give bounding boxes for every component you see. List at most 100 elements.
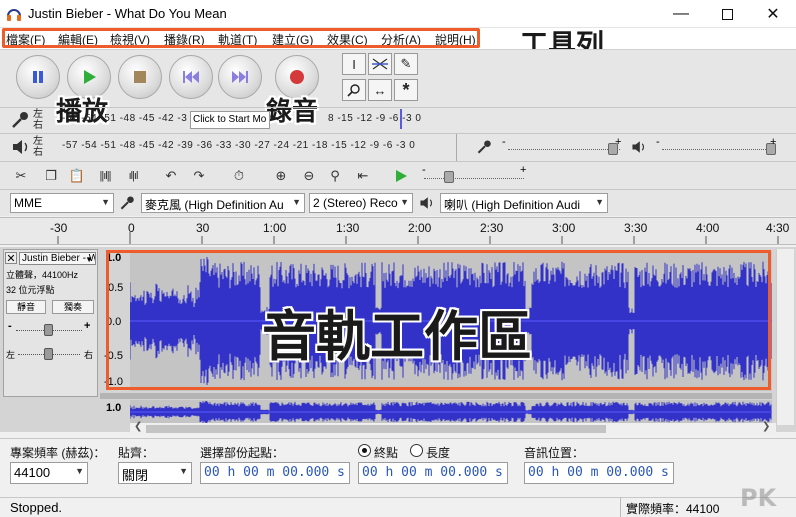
record-icon bbox=[290, 70, 304, 84]
annotation-record: 錄音 bbox=[266, 97, 319, 127]
paste-icon: 📋 bbox=[68, 168, 86, 183]
snap-select[interactable]: 關閉 ▼ bbox=[118, 462, 192, 484]
playback-slider-plus: + bbox=[770, 136, 777, 148]
play-at-speed-icon bbox=[396, 170, 407, 182]
divider bbox=[0, 133, 796, 134]
recording-device-select[interactable]: 麥克風 (High Definition Au ▼ bbox=[141, 193, 305, 213]
selection-end-value: 00 h 00 m 00.000 s bbox=[362, 465, 503, 480]
record-slider-plus: + bbox=[615, 136, 622, 148]
audio-position-time[interactable]: 00 h 00 m 00.000 s bbox=[524, 462, 674, 484]
redo-button[interactable]: ↷ bbox=[186, 165, 212, 187]
copy-button[interactable]: ❐ bbox=[38, 165, 64, 187]
selection-tool[interactable]: I bbox=[342, 53, 366, 75]
zoom-out-button[interactable]: ⊖ bbox=[296, 165, 322, 187]
play-speed-slider[interactable] bbox=[424, 178, 524, 179]
envelope-tool[interactable] bbox=[368, 53, 392, 75]
divider bbox=[0, 107, 796, 108]
playback-device-select[interactable]: 喇叭 (High Definition Audi ▼ bbox=[440, 193, 608, 213]
skip-start-button[interactable] bbox=[169, 55, 213, 99]
solo-button[interactable]: 獨奏 bbox=[52, 300, 94, 314]
snap-value: 關閉 bbox=[122, 468, 149, 483]
record-meter[interactable]: Click to Start Mo bbox=[190, 111, 270, 129]
track-close-button[interactable]: ✕ bbox=[5, 252, 17, 265]
microphone-icon bbox=[120, 196, 134, 210]
draw-tool[interactable]: ✎ bbox=[394, 53, 418, 75]
selection-end-time[interactable]: 00 h 00 m 00.000 s bbox=[358, 462, 508, 484]
playback-volume-slider[interactable] bbox=[662, 149, 774, 150]
track-gain-thumb[interactable] bbox=[44, 324, 53, 336]
paste-button[interactable]: 📋 bbox=[64, 165, 90, 187]
zoom-out-icon: ⊖ bbox=[303, 168, 315, 183]
play-speed-thumb[interactable] bbox=[444, 171, 454, 183]
stop-icon bbox=[134, 71, 146, 83]
time-shift-tool[interactable]: ↔ bbox=[368, 79, 392, 101]
project-rate-select[interactable]: 44100 ▼ bbox=[10, 462, 88, 484]
meter-right-label: 右 bbox=[33, 147, 43, 158]
minimize-icon: — bbox=[673, 5, 689, 22]
waveform-channel-right[interactable] bbox=[130, 400, 772, 424]
end-radio[interactable] bbox=[358, 444, 371, 457]
zoom-in-icon: ⊕ bbox=[275, 168, 287, 183]
divider bbox=[620, 497, 621, 517]
scroll-right-icon[interactable]: ❯ bbox=[762, 421, 770, 432]
track-info-format: 立體聲，44100Hz bbox=[6, 270, 79, 280]
record-volume-slider[interactable] bbox=[508, 149, 620, 150]
chevron-down-icon: ▼ bbox=[101, 197, 110, 207]
silence-audio-icon: ıl|ıl bbox=[128, 170, 139, 182]
snap-label: 貼齊： bbox=[118, 446, 155, 460]
maximize-icon bbox=[721, 8, 733, 20]
audio-host-select[interactable]: MME ▼ bbox=[10, 193, 114, 213]
selection-start-time[interactable]: 00 h 00 m 00.000 s bbox=[200, 462, 350, 484]
zoom-in-button[interactable]: ⊕ bbox=[268, 165, 294, 187]
record-meter-marker bbox=[400, 109, 402, 129]
cut-button[interactable]: ✂ bbox=[8, 165, 34, 187]
trim-button[interactable]: ||ıl|| bbox=[92, 165, 118, 187]
chevron-down-icon: ▼ bbox=[179, 466, 188, 476]
vertical-scrollbar[interactable] bbox=[776, 249, 794, 425]
chevron-down-icon: ▼ bbox=[595, 197, 604, 207]
stop-button[interactable] bbox=[118, 55, 162, 99]
pencil-icon: ✎ bbox=[400, 56, 412, 71]
fit-project-button[interactable]: ⇤ bbox=[350, 165, 376, 187]
silence-button[interactable]: ıl|ıl bbox=[120, 165, 146, 187]
sync-lock-button[interactable]: ⏱ bbox=[226, 165, 252, 187]
fit-project-icon: ⇤ bbox=[357, 168, 369, 183]
audio-host-value: MME bbox=[14, 196, 42, 210]
speaker-icon bbox=[13, 140, 28, 154]
scroll-left-icon[interactable]: ❮ bbox=[134, 421, 142, 432]
playback-device-value: 喇叭 (High Definition Audi bbox=[444, 198, 581, 212]
multi-tool[interactable]: * bbox=[394, 79, 418, 101]
actual-rate-text: 實際頻率：44100 bbox=[626, 502, 720, 516]
record-meter-ticks-right: 8 -15 -12 -9 -6 -3 0 bbox=[328, 113, 422, 124]
project-rate-label: 專案頻率 (赫茲)： bbox=[10, 446, 106, 460]
minimize-button[interactable]: — bbox=[658, 0, 704, 28]
scissors-icon: ✂ bbox=[15, 168, 27, 183]
project-rate-value: 44100 bbox=[14, 465, 51, 480]
record-volume-icon bbox=[477, 140, 491, 154]
track-pan-thumb[interactable] bbox=[44, 348, 53, 360]
undo-button[interactable]: ↶ bbox=[158, 165, 184, 187]
mute-button[interactable]: 靜音 bbox=[6, 300, 46, 314]
i-beam-icon: I bbox=[352, 56, 356, 72]
speed-slider-minus: - bbox=[422, 164, 426, 176]
length-radio[interactable] bbox=[410, 444, 423, 457]
radio-selected-dot bbox=[362, 448, 367, 453]
zoom-tool[interactable] bbox=[342, 79, 366, 101]
channel-divider bbox=[100, 393, 772, 399]
pause-button[interactable] bbox=[16, 55, 60, 99]
fit-selection-button[interactable]: ⚲ bbox=[322, 165, 348, 187]
fit-selection-icon: ⚲ bbox=[330, 168, 340, 183]
close-button[interactable]: ✕ bbox=[750, 0, 796, 28]
volume-plus-label: + bbox=[84, 320, 91, 332]
skip-end-button[interactable] bbox=[218, 55, 262, 99]
skip-to-end-icon bbox=[232, 71, 248, 83]
recording-channels-select[interactable]: 2 (Stereo) Reco ▼ bbox=[309, 193, 413, 213]
horizontal-scroll-thumb[interactable] bbox=[146, 425, 606, 433]
divider bbox=[456, 134, 457, 161]
track-name-menu[interactable]: Justin Bieber - W ▼ bbox=[19, 252, 96, 265]
record-meter-ticks: -57 -54 -51 -48 -45 -42 -3 bbox=[62, 113, 188, 124]
trim-audio-icon: ||ıl|| bbox=[99, 170, 112, 182]
play-at-speed-button[interactable] bbox=[388, 165, 414, 187]
record-meter-text: Click to Start Mo bbox=[193, 114, 267, 125]
maximize-button[interactable] bbox=[704, 0, 750, 28]
